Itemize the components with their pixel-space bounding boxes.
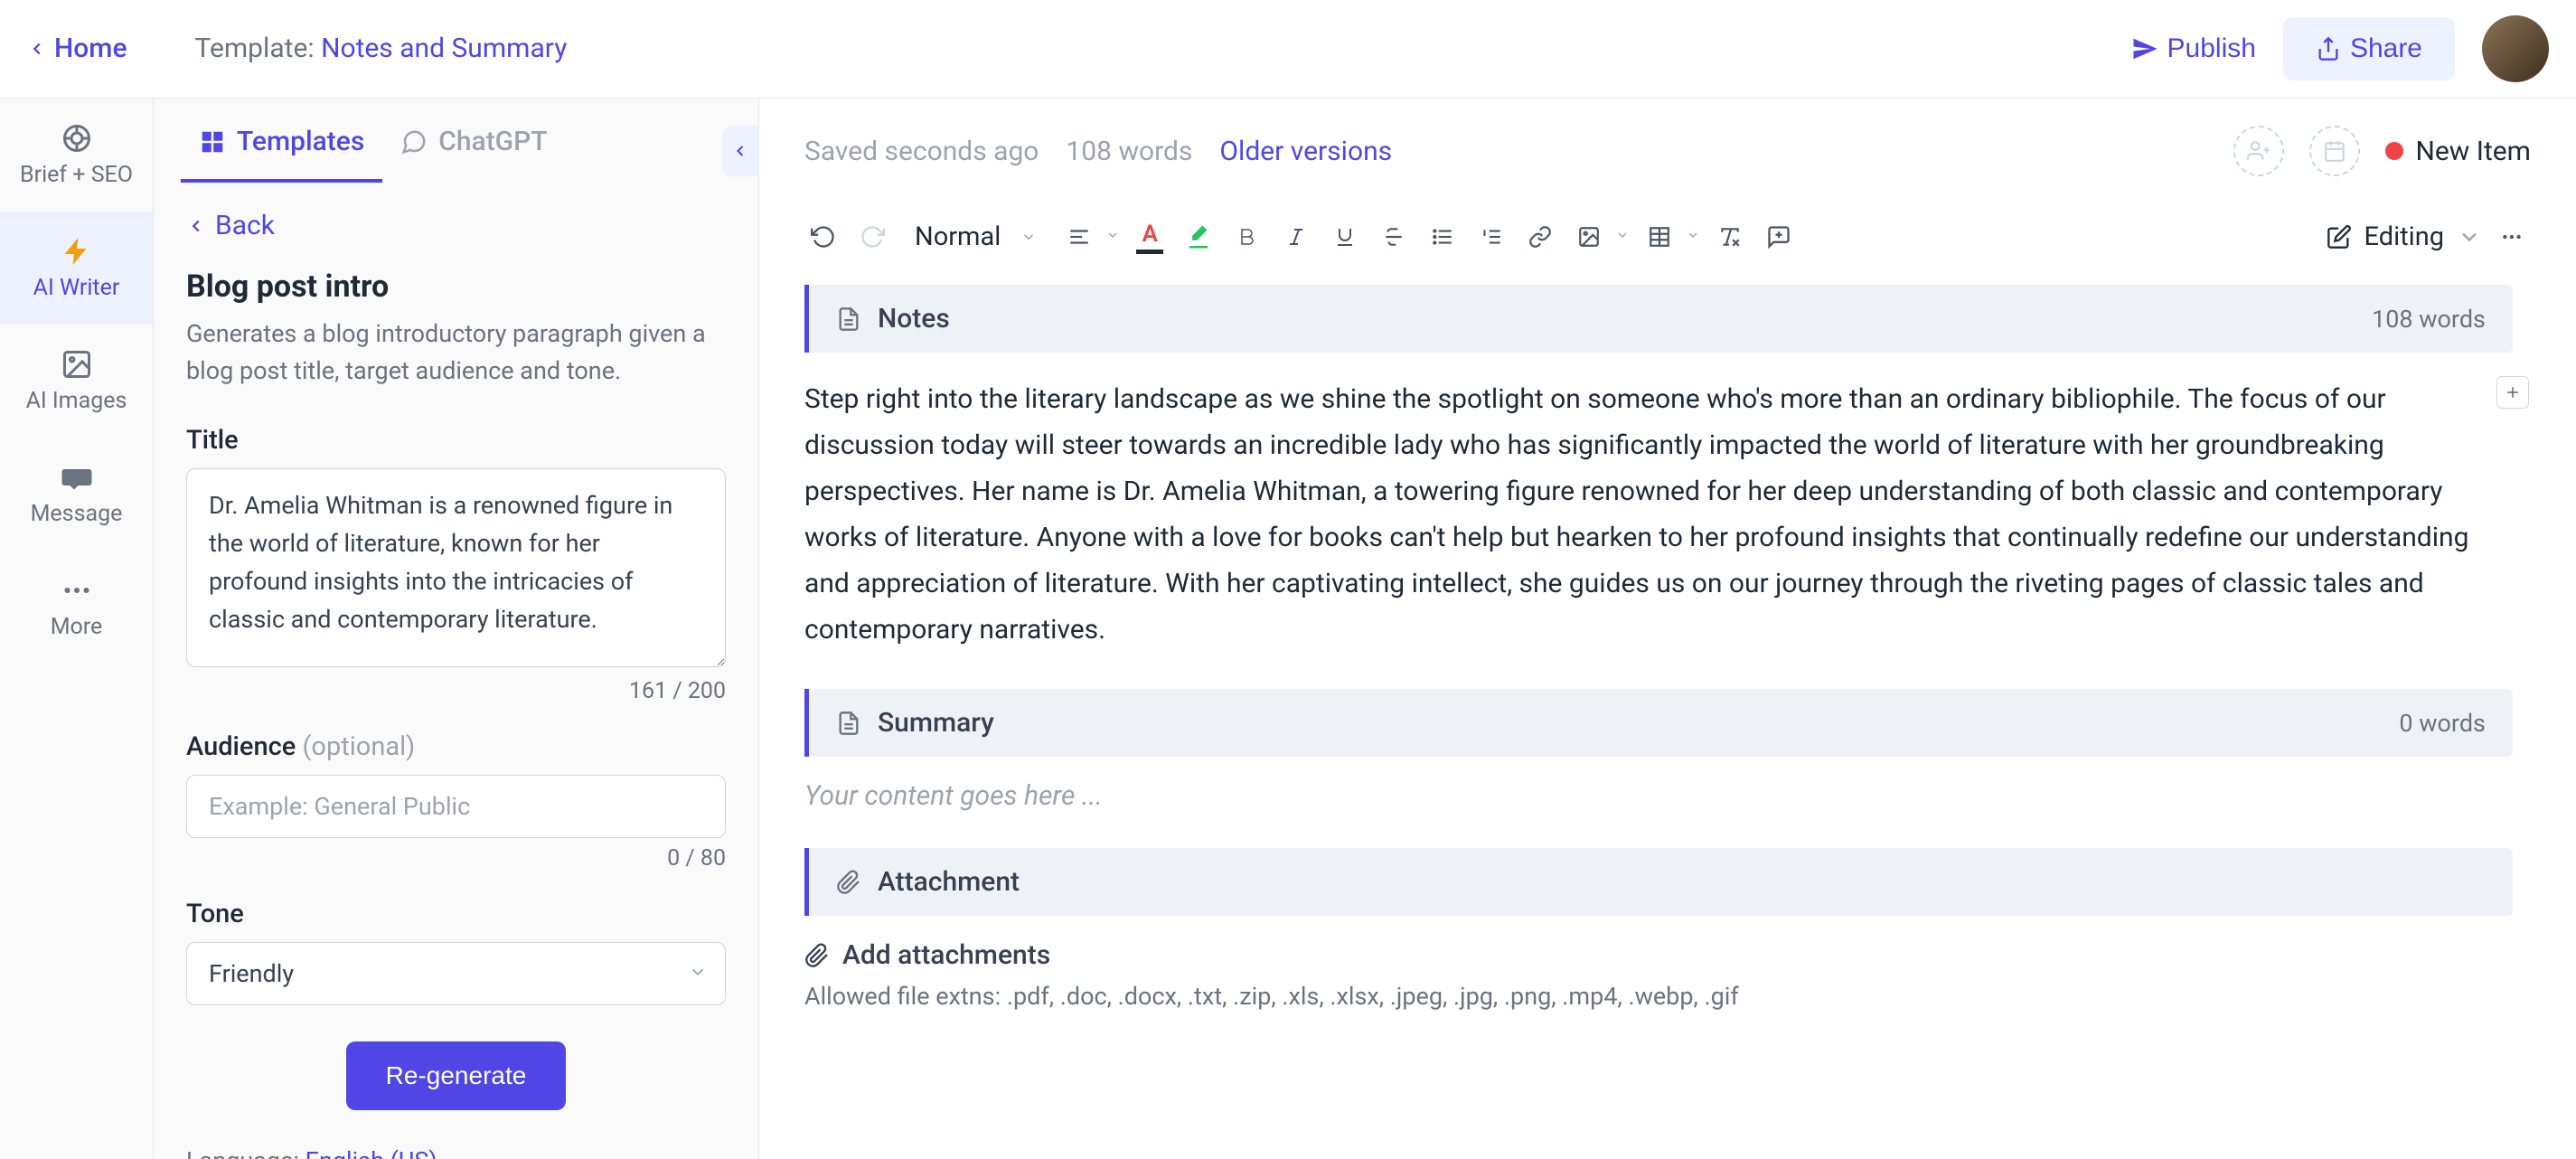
audience-label: Audience (optional): [186, 731, 726, 762]
tab-chatgpt[interactable]: ChatGPT: [382, 99, 565, 183]
document-icon: [836, 711, 861, 736]
template-panel: Templates ChatGPT Back Blog post intro G…: [154, 99, 759, 1159]
template-name[interactable]: Notes and Summary: [321, 33, 567, 64]
share-button[interactable]: Share: [2283, 17, 2455, 80]
toolbar: Normal A: [804, 203, 2531, 285]
clear-formatting-button[interactable]: [1711, 218, 1749, 256]
numbered-list-button[interactable]: [1472, 218, 1510, 256]
more-toolbar-button[interactable]: [2493, 218, 2531, 256]
strikethrough-button[interactable]: [1375, 218, 1413, 256]
editing-mode-select[interactable]: Editing: [2327, 221, 2482, 252]
tone-select[interactable]: [186, 942, 726, 1005]
section-attachment-header[interactable]: Attachment: [804, 848, 2513, 916]
tone-label: Tone: [186, 899, 726, 929]
underline-button[interactable]: [1326, 218, 1364, 256]
redo-button[interactable]: [853, 218, 891, 256]
section-word-count: 108 words: [2372, 305, 2486, 334]
rail-more[interactable]: More: [0, 551, 153, 664]
left-rail: Brief + SEO AI Writer AI Images Message …: [0, 99, 154, 1159]
language-line: Language: English (US): [186, 1146, 726, 1159]
publish-button[interactable]: Publish: [2131, 33, 2256, 64]
document-icon: [836, 306, 861, 332]
audience-input[interactable]: [186, 775, 726, 838]
section-word-count: 0 words: [2399, 709, 2486, 738]
image-button[interactable]: [1570, 218, 1608, 256]
older-versions-link[interactable]: Older versions: [1219, 136, 1392, 167]
regenerate-button[interactable]: Re-generate: [346, 1041, 567, 1110]
language-link[interactable]: English (US): [306, 1146, 437, 1159]
topbar: Home Template: Notes and Summary Publish…: [0, 0, 2576, 98]
rail-message[interactable]: Message: [0, 438, 153, 551]
comment-button[interactable]: [1760, 218, 1798, 256]
add-collaborator-button[interactable]: [2233, 126, 2284, 176]
highlight-button[interactable]: [1180, 218, 1217, 256]
save-status: Saved seconds ago: [804, 136, 1039, 167]
section-title: Attachment: [878, 866, 1020, 898]
section-summary-header[interactable]: Summary 0 words: [804, 689, 2513, 757]
section-title: Notes: [878, 303, 950, 335]
add-block-button[interactable]: [2496, 376, 2529, 409]
add-attachments-button[interactable]: Add attachments: [804, 939, 2513, 971]
tab-templates[interactable]: Templates: [181, 99, 382, 183]
allowed-extensions: Allowed file extns: .pdf, .doc, .docx, .…: [804, 982, 2513, 1011]
table-button[interactable]: [1641, 218, 1678, 256]
chevron-down-icon[interactable]: [1686, 228, 1700, 246]
rail-brief-seo[interactable]: Brief + SEO: [0, 99, 153, 212]
panel-description: Generates a blog introductory paragraph …: [186, 316, 726, 389]
calendar-button[interactable]: [2309, 126, 2360, 176]
undo-button[interactable]: [804, 218, 842, 256]
rail-ai-writer[interactable]: AI Writer: [0, 212, 153, 325]
word-count: 108 words: [1066, 136, 1192, 167]
back-link[interactable]: Back: [186, 210, 726, 241]
title-char-count: 161 / 200: [186, 678, 726, 704]
chevron-down-icon: [688, 962, 708, 985]
title-label: Title: [186, 425, 726, 456]
paperclip-icon: [836, 870, 861, 895]
bold-button[interactable]: [1228, 218, 1266, 256]
bullet-list-button[interactable]: [1424, 218, 1462, 256]
chevron-down-icon[interactable]: [1615, 228, 1630, 246]
italic-button[interactable]: [1277, 218, 1315, 256]
section-title: Summary: [878, 707, 994, 739]
template-label: Template: Notes and Summary: [195, 33, 568, 64]
status-dot-icon: [2385, 142, 2403, 160]
align-button[interactable]: [1060, 218, 1098, 256]
notes-paragraph[interactable]: Step right into the literary landscape a…: [804, 376, 2513, 653]
summary-placeholder[interactable]: Your content goes here ...: [804, 780, 2513, 812]
home-link[interactable]: Home: [27, 33, 127, 64]
section-notes-header[interactable]: Notes 108 words: [804, 285, 2513, 353]
audience-char-count: 0 / 80: [186, 845, 726, 872]
new-item-status[interactable]: New Item: [2385, 136, 2532, 167]
home-label: Home: [54, 33, 127, 64]
font-color-button[interactable]: A: [1131, 218, 1169, 256]
title-input[interactable]: [186, 468, 726, 667]
chevron-down-icon[interactable]: [1105, 228, 1120, 246]
paragraph-style-select[interactable]: Normal: [902, 216, 1049, 258]
collapse-panel-button[interactable]: [722, 126, 758, 176]
link-button[interactable]: [1521, 218, 1559, 256]
editor-area: Saved seconds ago 108 words Older versio…: [759, 99, 2576, 1159]
rail-ai-images[interactable]: AI Images: [0, 325, 153, 438]
avatar[interactable]: [2482, 15, 2549, 82]
panel-title: Blog post intro: [186, 269, 726, 305]
